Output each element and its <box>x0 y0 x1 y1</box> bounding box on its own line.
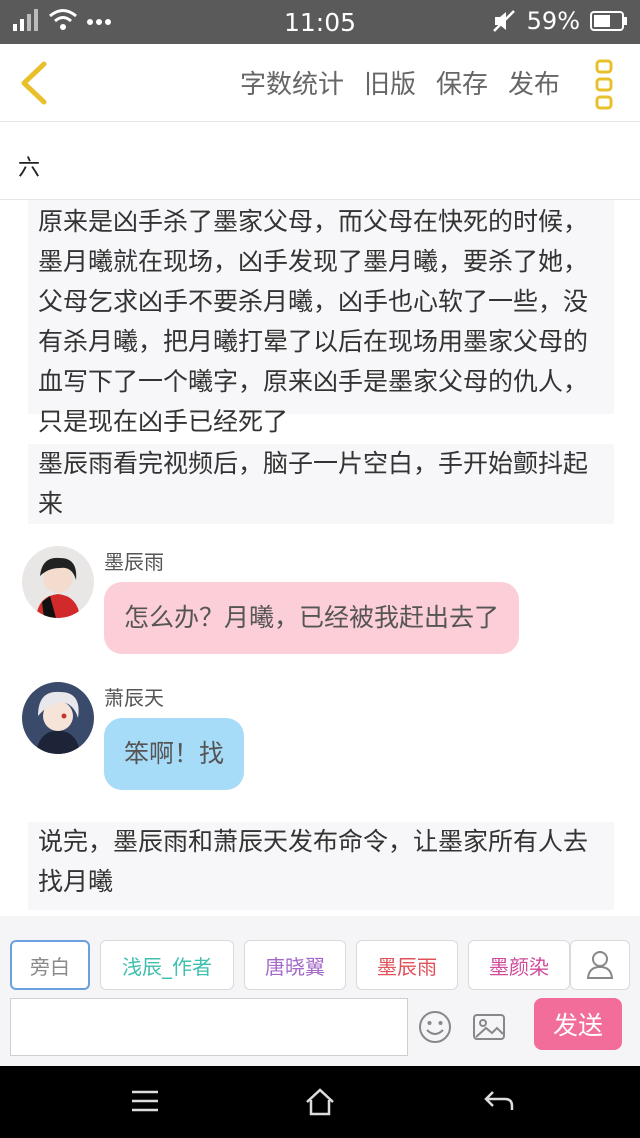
system-nav-bar <box>0 1066 640 1138</box>
image-icon[interactable] <box>472 1010 506 1044</box>
chapter-title-row[interactable]: 六 <box>0 122 640 200</box>
menu-icon[interactable] <box>130 1088 160 1114</box>
role-selector: 旁白 浅辰_作者 唐晓翼 墨辰雨 墨颜染 <box>10 940 570 990</box>
role-label: 墨辰雨 <box>377 954 437 979</box>
status-bar: 11:05 59% <box>0 0 640 44</box>
message-input[interactable] <box>10 998 408 1056</box>
toolbar-actions: 字数统计 旧版 保存 发布 <box>240 64 560 101</box>
more-menu-icon[interactable] <box>594 58 616 110</box>
battery-icon <box>590 11 627 31</box>
emoji-icon[interactable] <box>418 1010 452 1044</box>
battery-percent: 59% <box>526 7 580 35</box>
narration-paragraph[interactable]: 原来是凶手杀了墨家父母，而父母在快死的时候，墨月曦就在现场，凶手发现了墨月曦，要… <box>28 200 614 436</box>
role-label: 唐晓翼 <box>265 954 325 979</box>
back-arrow-icon[interactable] <box>14 58 54 108</box>
role-chip[interactable]: 唐晓翼 <box>244 940 346 990</box>
role-chip[interactable]: 墨辰雨 <box>356 940 458 990</box>
person-icon <box>586 951 614 979</box>
back-nav-icon[interactable] <box>483 1088 515 1114</box>
role-label: 墨颜染 <box>489 954 549 979</box>
role-chip-author[interactable]: 浅辰_作者 <box>100 940 234 990</box>
message-bubble[interactable]: 笨啊！找 <box>104 718 245 790</box>
role-manage-button[interactable] <box>570 940 630 990</box>
role-chip[interactable]: 墨颜染 <box>468 940 570 990</box>
story-content: 原来是凶手杀了墨家父母，而父母在快死的时候，墨月曦就在现场，凶手发现了墨月曦，要… <box>0 200 640 916</box>
status-right: 59% <box>491 7 628 35</box>
save-button[interactable]: 保存 <box>436 64 488 101</box>
composer-panel: 旁白 浅辰_作者 唐晓翼 墨辰雨 墨颜染 发送 <box>0 916 640 1066</box>
message-bubble[interactable]: 怎么办？月曦，已经被我赶出去了 <box>104 582 520 654</box>
chapter-title: 六 <box>18 156 41 181</box>
message-sender-name: 萧辰天 <box>104 686 164 710</box>
publish-button[interactable]: 发布 <box>508 64 560 101</box>
home-icon[interactable] <box>305 1088 335 1116</box>
avatar <box>22 546 94 618</box>
role-label: 旁白 <box>30 954 70 979</box>
send-button[interactable]: 发送 <box>534 998 622 1050</box>
mute-icon <box>492 10 515 32</box>
narration-paragraph[interactable]: 墨辰雨看完视频后，脑子一片空白，手开始颤抖起来 <box>28 444 614 524</box>
old-version-button[interactable]: 旧版 <box>364 64 416 101</box>
message-sender-name: 墨辰雨 <box>104 550 164 574</box>
role-label: 浅辰_作者 <box>122 954 212 979</box>
editor-toolbar: 字数统计 旧版 保存 发布 <box>0 44 640 122</box>
avatar <box>22 682 94 754</box>
word-count-button[interactable]: 字数统计 <box>240 64 344 101</box>
role-chip-narrator[interactable]: 旁白 <box>10 940 90 990</box>
narration-paragraph[interactable]: 说完，墨辰雨和萧辰天发布命令，让墨家所有人去找月曦 <box>28 822 614 910</box>
